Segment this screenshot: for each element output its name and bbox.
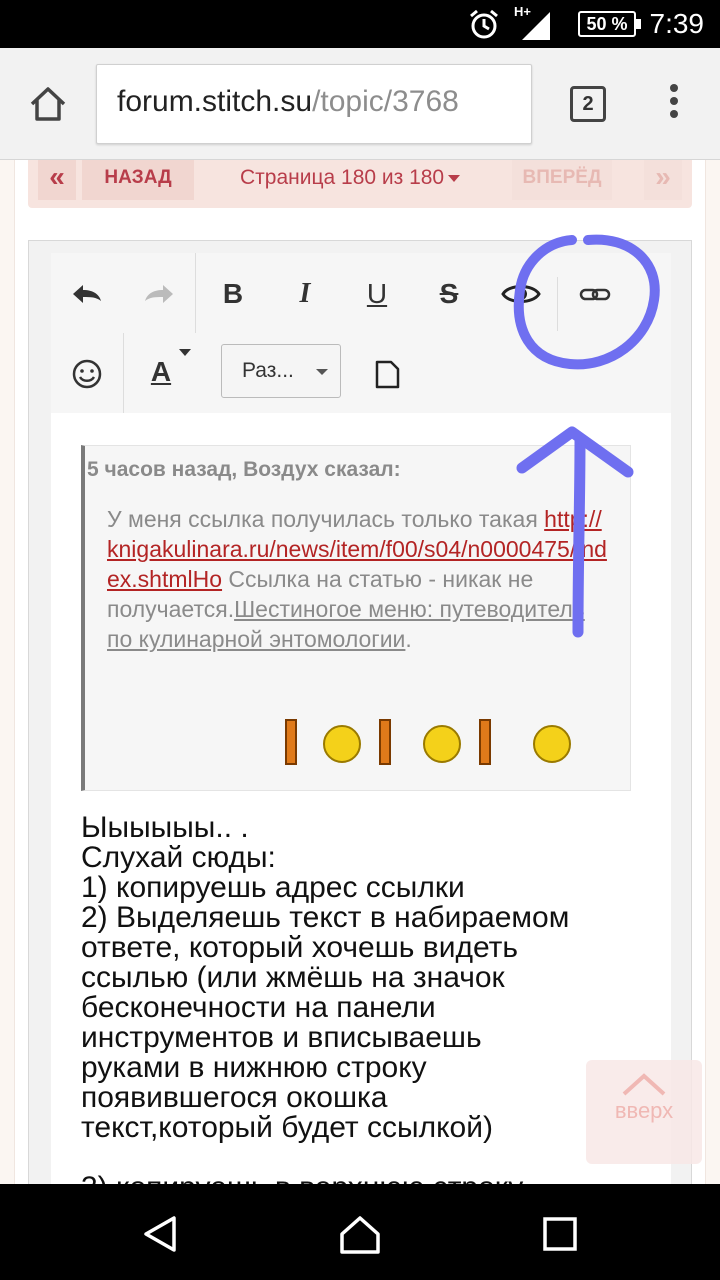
reply-line: бесконечности на панели [81, 991, 436, 1024]
url-bar[interactable]: forum.stitch.su/topic/3768 [96, 64, 532, 144]
signal-icon [522, 12, 550, 40]
chevron-down-icon [316, 369, 328, 375]
url-path: /topic/3768 [312, 85, 459, 118]
menu-icon[interactable] [664, 84, 684, 124]
reply-line: Слухай сюды: [81, 841, 276, 874]
new-page-icon[interactable] [363, 350, 411, 398]
smiley-icon [285, 719, 571, 765]
reply-line: инструментов и вписываешь [81, 1021, 482, 1054]
font-color-button[interactable]: A [137, 348, 185, 396]
forward-button[interactable]: ВПЕРЁД [512, 160, 612, 200]
reply-editor-container: B I U S A Раз... 5 часов назад, Воздух с… [28, 240, 692, 1184]
status-bar: H+ 50 % 7:39 [0, 0, 720, 48]
first-page-button[interactable]: « [38, 160, 76, 200]
eye-icon[interactable] [497, 270, 545, 318]
reply-text[interactable]: Ыыыыыы.. . Слухай сюды: 1) копируешь адр… [81, 811, 651, 1185]
quote-smileys [285, 719, 571, 765]
reply-line: ссылью (или жмёшь на значок [81, 961, 505, 994]
reply-line: Ыыыыыы.. . [81, 811, 249, 844]
smiley-icon[interactable] [63, 350, 111, 398]
font-size-select[interactable]: Раз... [221, 344, 341, 398]
reply-line: руками в нижнюю строку [81, 1051, 427, 1084]
chevron-down-icon [448, 174, 461, 182]
clock: 7:39 [649, 8, 705, 39]
url-host: forum.stitch.su [117, 85, 313, 118]
reply-line: текст,который будет ссылкой) [81, 1111, 493, 1144]
home-nav-icon[interactable] [336, 1210, 384, 1258]
pagination-bar: « НАЗАД Страница 180 из 180 ВПЕРЁД » [28, 160, 692, 208]
italic-button[interactable]: I [281, 270, 329, 318]
page-selector[interactable]: Страница 180 из 180 [240, 166, 461, 190]
reply-line: ответе, который хочешь видеть [81, 931, 519, 964]
tab-switcher-button[interactable]: 2 [570, 86, 606, 122]
reply-line: появившегося окошка [81, 1081, 388, 1114]
browser-toolbar: forum.stitch.su/topic/3768 2 [0, 48, 720, 160]
back-button[interactable]: НАЗАД [82, 160, 194, 200]
editor-toolbar: B I U S A Раз... [51, 253, 671, 413]
toolbar-divider [557, 277, 558, 331]
alarm-icon [470, 9, 498, 39]
redo-icon[interactable] [135, 270, 183, 318]
reply-line: 3) копируешь в верхнюю строку [81, 1173, 651, 1185]
quote-text: У меня ссылка получилась только такая [107, 506, 538, 532]
back-icon[interactable] [136, 1210, 184, 1258]
quote-header: 5 часов назад, Воздух сказал: [87, 458, 401, 481]
reply-line: 2) Выделяешь текст в набираемом [81, 901, 570, 934]
battery-indicator: 50 % [578, 11, 641, 37]
scroll-to-top-button[interactable]: вверх [586, 1060, 702, 1164]
reply-line: 1) копируешь адрес ссылки [81, 871, 465, 904]
quote-body: У меня ссылка получилась только такая ht… [107, 504, 607, 654]
bold-button[interactable]: B [209, 270, 257, 318]
toolbar-divider [195, 253, 196, 333]
chevron-up-icon [622, 1073, 666, 1096]
page-info-label: Страница 180 из 180 [240, 166, 445, 189]
underline-button[interactable]: U [353, 270, 401, 318]
chevron-down-icon [179, 349, 191, 356]
quote-period: . [405, 626, 412, 652]
recents-icon[interactable] [536, 1210, 584, 1258]
scroll-to-top-label: вверх [614, 1098, 674, 1123]
navigation-bar [0, 1184, 720, 1280]
link-icon[interactable] [571, 270, 619, 318]
undo-icon[interactable] [63, 270, 111, 318]
toolbar-divider [123, 333, 124, 413]
reply-line [81, 1143, 651, 1173]
home-icon[interactable] [26, 82, 70, 126]
font-size-value: Раз... [242, 359, 294, 382]
page-content: « НАЗАД Страница 180 из 180 ВПЕРЁД » B I… [0, 160, 720, 1184]
strikethrough-button[interactable]: S [425, 270, 473, 318]
last-page-button[interactable]: » [644, 160, 682, 200]
